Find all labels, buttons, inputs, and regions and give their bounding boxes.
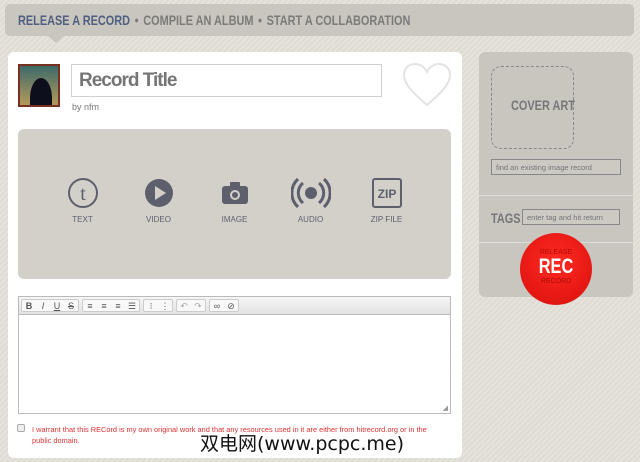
bullet-list-icon[interactable]: ⁝ bbox=[144, 300, 158, 313]
strikethrough-button[interactable]: S bbox=[64, 300, 78, 313]
rec-bottom-label: RECORD bbox=[540, 278, 572, 285]
nav-separator: • bbox=[258, 12, 262, 28]
byline: by nfm bbox=[72, 102, 100, 112]
heart-icon[interactable] bbox=[402, 62, 452, 108]
media-label: IMAGE bbox=[221, 215, 248, 224]
top-nav: RELEASE A RECORD • COMPILE AN ALBUM • START … bbox=[5, 4, 634, 36]
media-label: ZIP FILE bbox=[370, 215, 403, 224]
tags-input[interactable] bbox=[522, 209, 620, 225]
align-right-icon[interactable]: ≡ bbox=[111, 300, 125, 313]
record-title-input[interactable] bbox=[71, 64, 382, 97]
nav-pointer bbox=[48, 36, 64, 43]
media-text-button[interactable]: t TEXT bbox=[45, 177, 121, 279]
text-icon: t bbox=[67, 178, 98, 208]
media-label: AUDIO bbox=[297, 215, 324, 224]
nav-separator: • bbox=[134, 12, 139, 28]
svg-text:t: t bbox=[80, 183, 86, 205]
resize-handle-icon[interactable]: ◢ bbox=[443, 404, 448, 412]
avatar bbox=[18, 64, 60, 107]
zip-glyph: ZIP bbox=[377, 187, 396, 201]
zip-icon: ZIP bbox=[371, 178, 402, 208]
media-label: TEXT bbox=[72, 215, 93, 224]
italic-button[interactable]: I bbox=[36, 300, 50, 313]
editor-toolbar: BIUS ≡ ≡ ≡ ☰ ⁝ ⋮ ↶ ↷ ∞ ⊘ bbox=[19, 297, 450, 315]
tags-label: TAGS bbox=[491, 210, 521, 226]
nav-compile-album[interactable]: COMPILE AN ALBUM bbox=[143, 12, 253, 28]
watermark: 双电网(www.pcpc.me) bbox=[200, 433, 404, 455]
nav-start-collaboration[interactable]: START A COLLABORATION bbox=[267, 12, 411, 28]
media-video-button[interactable]: VIDEO bbox=[121, 177, 197, 279]
camera-icon bbox=[221, 182, 248, 204]
media-zip-button[interactable]: ZIP ZIP FILE bbox=[349, 177, 425, 279]
divider bbox=[479, 195, 633, 196]
media-label: VIDEO bbox=[146, 215, 171, 224]
numbered-list-icon[interactable]: ⋮ bbox=[158, 300, 172, 313]
image-record-search-input[interactable] bbox=[491, 159, 621, 175]
undo-icon[interactable]: ↶ bbox=[177, 300, 191, 313]
record-card: by nfm t TEXT VIDEO IMAGE AUDIO ZIP ZIP … bbox=[8, 52, 462, 458]
align-center-icon[interactable]: ≡ bbox=[97, 300, 111, 313]
bold-button[interactable]: B bbox=[22, 300, 36, 313]
underline-button[interactable]: U bbox=[50, 300, 64, 313]
media-type-panel: t TEXT VIDEO IMAGE AUDIO ZIP ZIP FILE bbox=[18, 129, 451, 279]
warrant-checkbox[interactable] bbox=[17, 424, 25, 432]
unlink-icon[interactable]: ⊘ bbox=[224, 300, 238, 313]
audio-icon bbox=[290, 177, 331, 209]
cover-art-label: COVER ART bbox=[511, 97, 575, 113]
release-record-button[interactable]: RELEASE REC RECORD bbox=[520, 233, 592, 305]
align-left-icon[interactable]: ≡ bbox=[83, 300, 97, 313]
link-icon[interactable]: ∞ bbox=[210, 300, 224, 313]
rich-text-editor[interactable]: BIUS ≡ ≡ ≡ ☰ ⁝ ⋮ ↶ ↷ ∞ ⊘ ◢ bbox=[18, 296, 451, 414]
align-justify-icon[interactable]: ☰ bbox=[125, 300, 139, 313]
rec-main-label: REC bbox=[538, 255, 574, 278]
media-audio-button[interactable]: AUDIO bbox=[273, 177, 349, 279]
redo-icon[interactable]: ↷ bbox=[191, 300, 205, 313]
nav-release-record[interactable]: RELEASE A RECORD bbox=[18, 12, 130, 28]
media-image-button[interactable]: IMAGE bbox=[197, 177, 273, 279]
play-icon bbox=[144, 179, 173, 207]
cover-art-dropzone[interactable]: COVER ART bbox=[491, 66, 575, 149]
